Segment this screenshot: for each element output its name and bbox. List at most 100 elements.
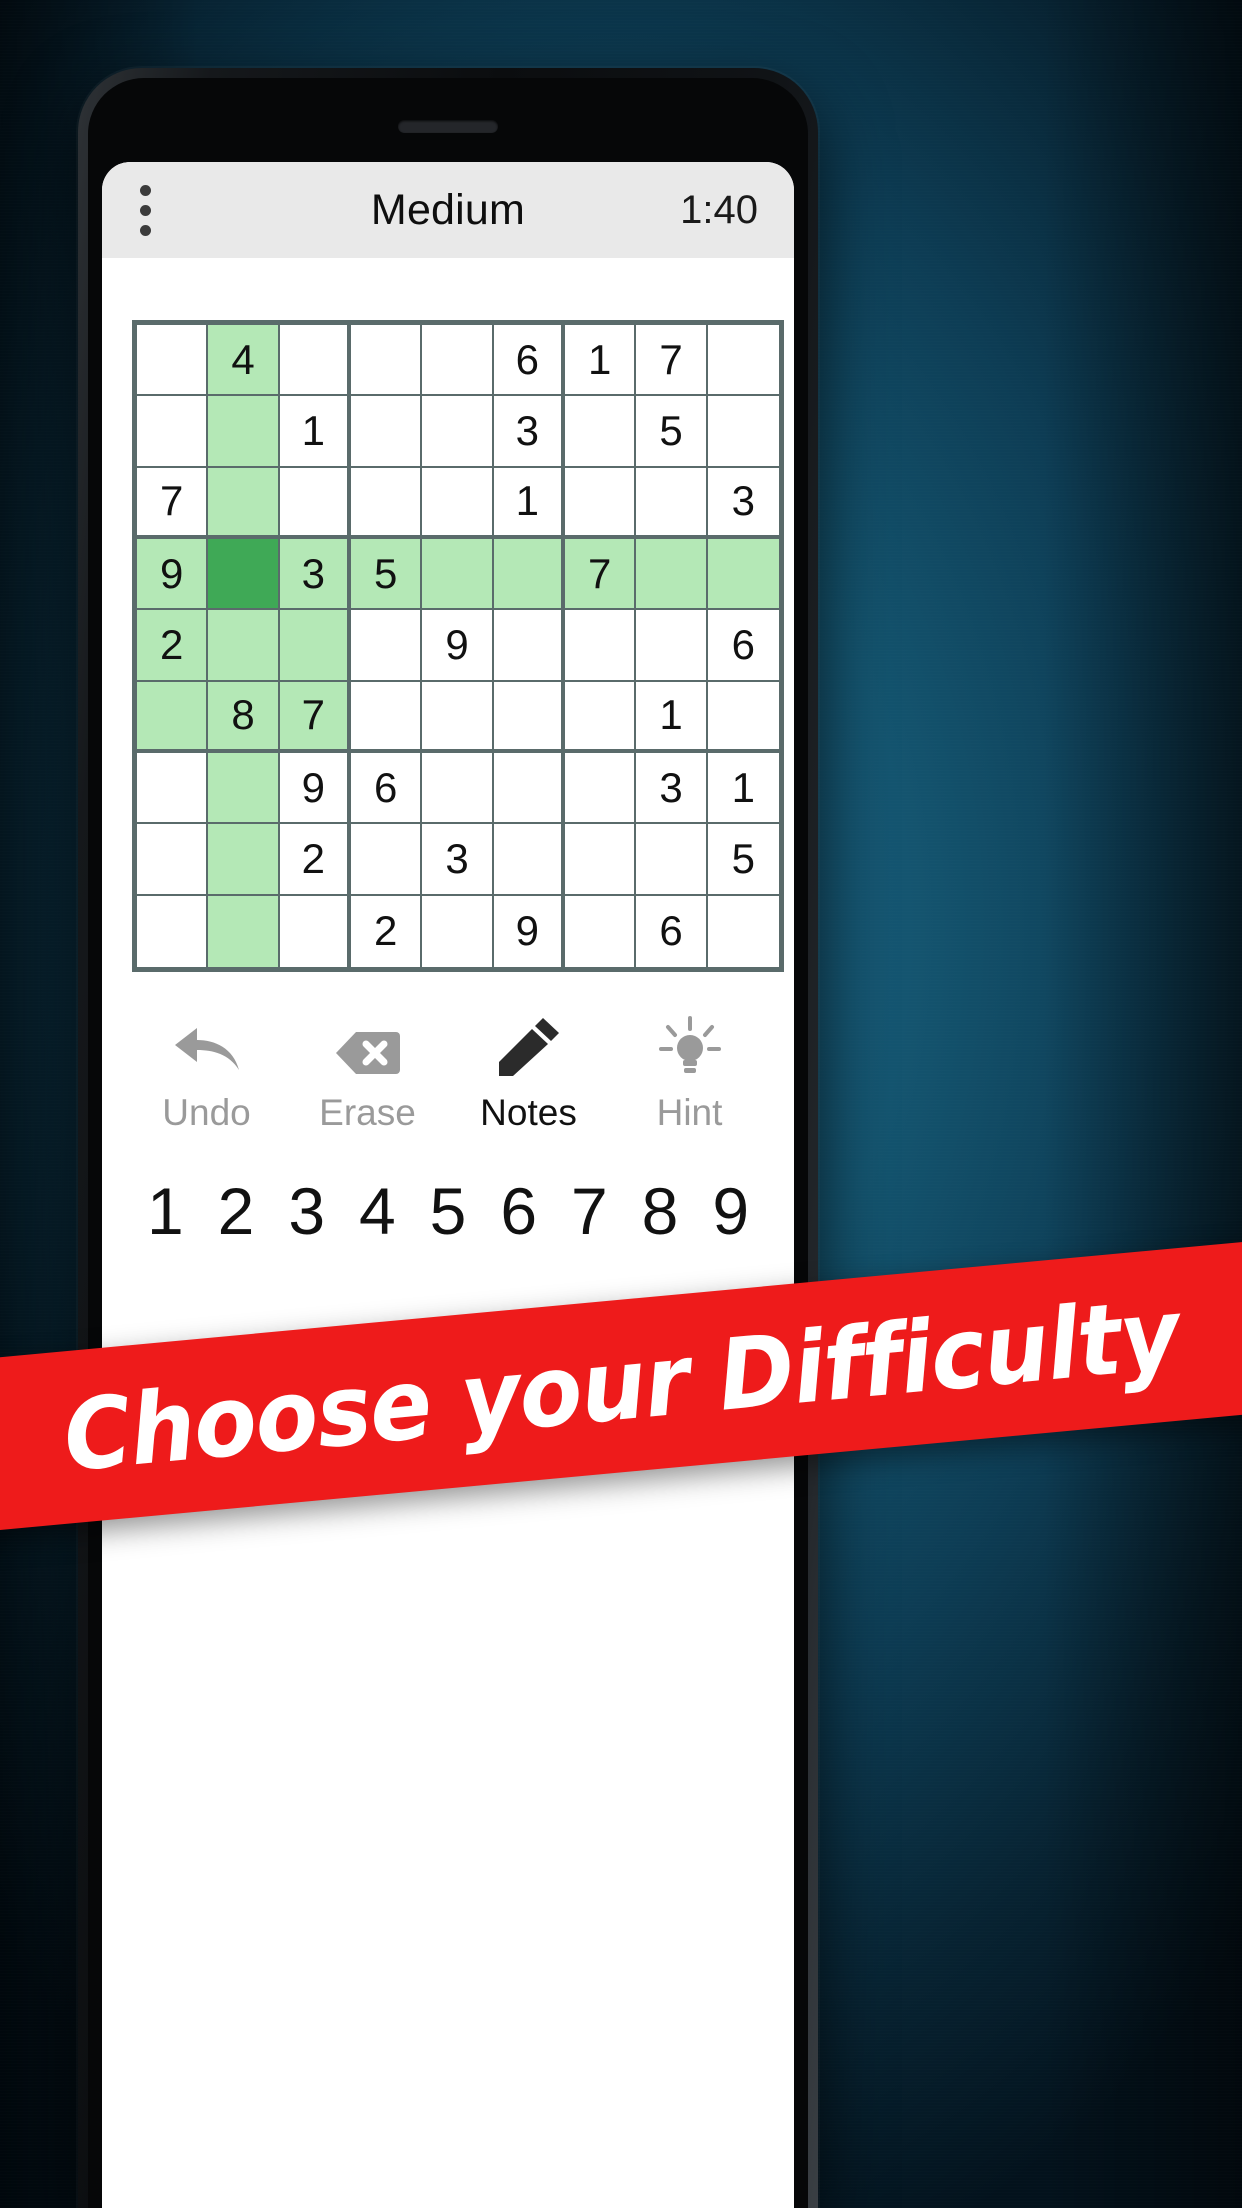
numpad-key-5[interactable]: 5 [413,1178,484,1244]
sudoku-cell-r5-c5[interactable]: 9 [422,610,494,682]
sudoku-cell-r7-c8[interactable]: 3 [636,753,708,825]
numpad-key-7[interactable]: 7 [554,1178,625,1244]
sudoku-cell-r1-c6[interactable]: 6 [493,325,565,397]
sudoku-cell-r9-c1[interactable] [137,895,209,967]
sudoku-cell-r3-c8[interactable] [636,467,708,539]
sudoku-cell-r6-c4[interactable] [351,681,423,753]
undo-arrow-icon [171,1018,243,1076]
sudoku-cell-r3-c2[interactable] [208,467,280,539]
sudoku-cell-r6-c7[interactable] [565,681,637,753]
sudoku-cell-r6-c1[interactable] [137,681,209,753]
sudoku-cell-r8-c4[interactable] [351,824,423,896]
numpad-key-6[interactable]: 6 [483,1178,554,1244]
sudoku-cell-r3-c1[interactable]: 7 [137,467,209,539]
overflow-menu-icon[interactable] [102,162,188,258]
sudoku-cell-r1-c1[interactable] [137,325,209,397]
sudoku-cell-r1-c2[interactable]: 4 [208,325,280,397]
sudoku-cell-r5-c1[interactable]: 2 [137,610,209,682]
sudoku-cell-r8-c6[interactable] [493,824,565,896]
sudoku-cell-r9-c4[interactable]: 2 [351,895,423,967]
sudoku-cell-r5-c9[interactable]: 6 [707,610,779,682]
sudoku-cell-r8-c2[interactable] [208,824,280,896]
sudoku-cell-r9-c9[interactable] [707,895,779,967]
sudoku-cell-r9-c7[interactable] [565,895,637,967]
sudoku-cell-r8-c3[interactable]: 2 [279,824,351,896]
sudoku-cell-r5-c8[interactable] [636,610,708,682]
sudoku-cell-r2-c9[interactable] [707,396,779,468]
sudoku-cell-r7-c6[interactable] [493,753,565,825]
sudoku-cell-r9-c2[interactable] [208,895,280,967]
sudoku-cell-r7-c3[interactable]: 9 [279,753,351,825]
sudoku-cell-r7-c1[interactable] [137,753,209,825]
hint-button[interactable]: Hint [609,1016,770,1134]
sudoku-cell-r5-c4[interactable] [351,610,423,682]
sudoku-cell-r9-c3[interactable] [279,895,351,967]
erase-icon [335,1018,400,1076]
sudoku-cell-r4-c1[interactable]: 9 [137,539,209,611]
sudoku-cell-r2-c6[interactable]: 3 [493,396,565,468]
numpad-key-2[interactable]: 2 [201,1178,272,1244]
sudoku-cell-r1-c4[interactable] [351,325,423,397]
sudoku-cell-r3-c9[interactable]: 3 [707,467,779,539]
sudoku-cell-r1-c8[interactable]: 7 [636,325,708,397]
sudoku-cell-r7-c9[interactable]: 1 [707,753,779,825]
sudoku-cell-r9-c6[interactable]: 9 [493,895,565,967]
sudoku-cell-r6-c6[interactable] [493,681,565,753]
sudoku-cell-r6-c3[interactable]: 7 [279,681,351,753]
sudoku-cell-r4-c2[interactable] [208,539,280,611]
erase-button[interactable]: Erase [287,1018,448,1134]
sudoku-cell-r6-c5[interactable] [422,681,494,753]
sudoku-cell-r8-c7[interactable] [565,824,637,896]
sudoku-cell-r6-c2[interactable]: 8 [208,681,280,753]
numpad-key-3[interactable]: 3 [271,1178,342,1244]
sudoku-cell-r4-c3[interactable]: 3 [279,539,351,611]
numpad-key-9[interactable]: 9 [695,1178,766,1244]
sudoku-cell-r5-c3[interactable] [279,610,351,682]
sudoku-cell-r4-c6[interactable] [493,539,565,611]
sudoku-cell-r3-c7[interactable] [565,467,637,539]
sudoku-cell-r5-c2[interactable] [208,610,280,682]
sudoku-cell-r2-c8[interactable]: 5 [636,396,708,468]
sudoku-cell-r3-c4[interactable] [351,467,423,539]
sudoku-cell-r9-c8[interactable]: 6 [636,895,708,967]
sudoku-cell-r2-c1[interactable] [137,396,209,468]
numpad-key-1[interactable]: 1 [130,1178,201,1244]
sudoku-cell-r5-c6[interactable] [493,610,565,682]
sudoku-cell-r2-c7[interactable] [565,396,637,468]
undo-button[interactable]: Undo [126,1018,287,1134]
sudoku-cell-r2-c5[interactable] [422,396,494,468]
sudoku-cell-r3-c3[interactable] [279,467,351,539]
notes-button[interactable]: Notes [448,1018,609,1134]
sudoku-cell-r1-c9[interactable] [707,325,779,397]
sudoku-cell-r8-c1[interactable] [137,824,209,896]
sudoku-cell-r1-c5[interactable] [422,325,494,397]
sudoku-cell-r6-c8[interactable]: 1 [636,681,708,753]
sudoku-cell-r1-c7[interactable]: 1 [565,325,637,397]
sudoku-cell-r7-c5[interactable] [422,753,494,825]
sudoku-cell-r6-c9[interactable] [707,681,779,753]
sudoku-cell-r2-c3[interactable]: 1 [279,396,351,468]
numpad-key-8[interactable]: 8 [625,1178,696,1244]
sudoku-cell-r9-c5[interactable] [422,895,494,967]
sudoku-cell-r4-c4[interactable]: 5 [351,539,423,611]
sudoku-cell-r5-c7[interactable] [565,610,637,682]
sudoku-cell-r3-c6[interactable]: 1 [493,467,565,539]
sudoku-cell-r7-c7[interactable] [565,753,637,825]
sudoku-cell-r4-c8[interactable] [636,539,708,611]
sudoku-cell-r8-c8[interactable] [636,824,708,896]
sudoku-cell-r3-c5[interactable] [422,467,494,539]
sudoku-grid[interactable]: 461713571393572968719631235296 [132,320,784,972]
sudoku-cell-r8-c9[interactable]: 5 [707,824,779,896]
sudoku-cell-r2-c4[interactable] [351,396,423,468]
sudoku-cell-r1-c3[interactable] [279,325,351,397]
sudoku-cell-r7-c2[interactable] [208,753,280,825]
sudoku-cell-r7-c4[interactable]: 6 [351,753,423,825]
sudoku-cell-r4-c9[interactable] [707,539,779,611]
sudoku-cell-r4-c5[interactable] [422,539,494,611]
sudoku-cell-r4-c7[interactable]: 7 [565,539,637,611]
sudoku-cell-r2-c2[interactable] [208,396,280,468]
lightbulb-icon [658,1016,721,1076]
numpad-key-4[interactable]: 4 [342,1178,413,1244]
action-toolbar: Undo Erase Notes Hint [102,1016,794,1134]
sudoku-cell-r8-c5[interactable]: 3 [422,824,494,896]
